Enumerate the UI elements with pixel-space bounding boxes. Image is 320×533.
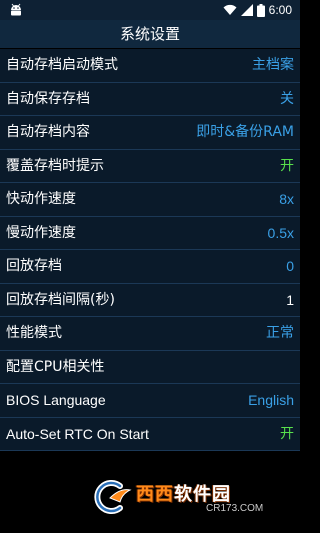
setting-row-autosave-launch-mode[interactable]: 自动存档启动模式 主档案 [0, 49, 300, 83]
setting-label: 自动存档启动模式 [6, 57, 118, 73]
cr-logo-icon [94, 480, 132, 514]
setting-label: 慢动作速度 [6, 224, 76, 241]
battery-icon [256, 3, 265, 17]
setting-label: 回放存档 [6, 258, 62, 274]
setting-value: 开 [280, 425, 294, 442]
setting-label: 性能模式 [6, 325, 62, 341]
setting-row-overwrite-prompt[interactable]: 覆盖存档时提示 开 [0, 149, 300, 183]
setting-value: 开 [280, 157, 294, 174]
setting-value: English [248, 392, 294, 408]
setting-label: BIOS Language [6, 392, 106, 408]
watermark-url: CR173.COM [206, 503, 264, 514]
setting-row-auto-set-rtc[interactable]: Auto-Set RTC On Start 开 [0, 417, 300, 451]
setting-row-performance-mode[interactable]: 性能模式 正常 [0, 317, 300, 351]
setting-value: 正常 [266, 325, 294, 341]
setting-value: 即时&备份RAM [196, 124, 294, 140]
android-notification-icon [11, 3, 21, 16]
setting-label: 快动作速度 [6, 191, 76, 207]
setting-value: 1 [286, 291, 294, 308]
setting-row-cpu-affinity[interactable]: 配置CPU相关性 [0, 350, 300, 384]
setting-label: 回放存档间隔(秒) [6, 291, 115, 308]
setting-row-slow-motion-speed[interactable]: 慢动作速度 0.5x [0, 216, 300, 250]
setting-row-autosave-content[interactable]: 自动存档内容 即时&备份RAM [0, 116, 300, 150]
setting-label: 自动存档内容 [6, 124, 90, 140]
setting-value: 主档案 [252, 57, 294, 73]
setting-value: 关 [280, 90, 294, 107]
setting-row-bios-language[interactable]: BIOS Language English [0, 384, 300, 418]
watermark-logo: 西西软件园 CR173.COM [90, 479, 290, 515]
setting-row-rewind-interval[interactable]: 回放存档间隔(秒) 1 [0, 283, 300, 317]
status-bar: 6:00 [0, 0, 300, 20]
setting-value: 8x [279, 191, 294, 207]
setting-value: 0.5x [267, 224, 294, 241]
clock-time: 6:00 [268, 3, 292, 17]
setting-label: 自动保存存档 [6, 90, 90, 107]
signal-icon [240, 4, 253, 16]
setting-row-autosave-save[interactable]: 自动保存存档 关 [0, 82, 300, 116]
setting-label: Auto-Set RTC On Start [6, 425, 149, 442]
page-title: 系统设置 [0, 20, 300, 48]
wifi-icon [223, 4, 237, 15]
setting-row-fast-forward-speed[interactable]: 快动作速度 8x [0, 183, 300, 217]
setting-value: 0 [286, 258, 294, 274]
setting-label: 配置CPU相关性 [6, 358, 105, 375]
settings-list: 自动存档启动模式 主档案 自动保存存档 关 自动存档内容 即时&备份RAM 覆盖… [0, 49, 300, 451]
setting-label: 覆盖存档时提示 [6, 157, 104, 174]
setting-row-rewind-states[interactable]: 回放存档 0 [0, 250, 300, 284]
